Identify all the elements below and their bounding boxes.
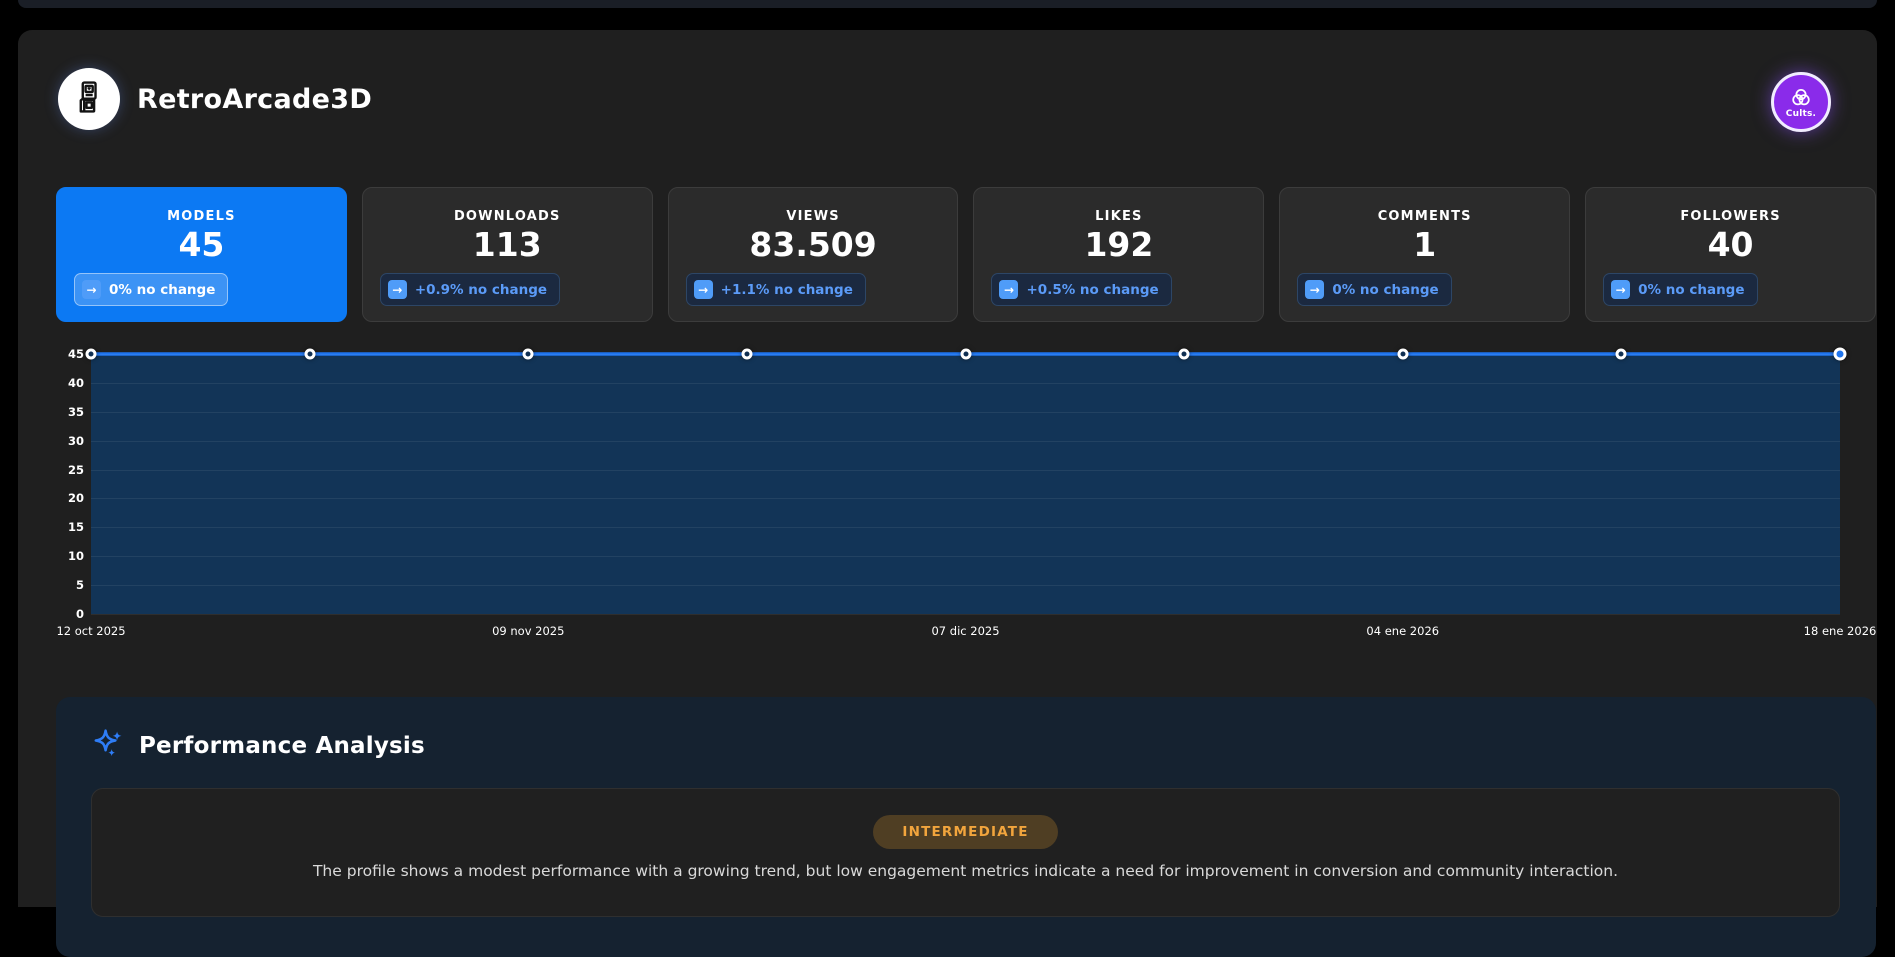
chart-data-point[interactable] <box>1834 348 1847 361</box>
stat-change-text-likes: +0.5% no change <box>1026 282 1158 298</box>
arrow-right-icon: → <box>1305 280 1324 299</box>
chart-x-axis: 12 oct 202509 nov 202507 dic 202504 ene … <box>91 624 1840 640</box>
stat-card-likes[interactable]: LIKES 192 → +0.5% no change <box>973 187 1264 322</box>
chart-data-point[interactable] <box>304 349 315 360</box>
gridline <box>91 498 1840 499</box>
models-history-chart: 051015202530354045 12 oct 202509 nov 202… <box>56 354 1841 614</box>
chart-data-point[interactable] <box>86 349 97 360</box>
stat-card-views[interactable]: VIEWS 83.509 → +1.1% no change <box>668 187 959 322</box>
stat-value-likes: 192 <box>974 227 1263 263</box>
stat-change-text-views: +1.1% no change <box>721 282 853 298</box>
analysis-description: The profile shows a modest performance w… <box>92 862 1839 880</box>
x-tick-label: 09 nov 2025 <box>492 624 564 638</box>
chart-data-point[interactable] <box>523 349 534 360</box>
arrow-right-icon: → <box>388 280 407 299</box>
stat-label-views: VIEWS <box>669 209 958 224</box>
x-tick-label: 07 dic 2025 <box>931 624 999 638</box>
y-tick-label: 20 <box>68 491 84 505</box>
gridline <box>91 441 1840 442</box>
arrow-right-icon: → <box>694 280 713 299</box>
chart-data-point[interactable] <box>1179 349 1190 360</box>
sparkles-icon <box>91 727 125 765</box>
gridline <box>91 614 1840 615</box>
stat-value-models: 45 <box>57 227 346 263</box>
arcade-cabinet-icon <box>72 80 106 118</box>
x-tick-label: 12 oct 2025 <box>56 624 125 638</box>
y-tick-label: 40 <box>68 376 84 390</box>
performance-analysis-header: Performance Analysis <box>56 697 1876 765</box>
profile-name: RetroArcade3D <box>137 84 372 115</box>
x-tick-label: 18 ene 2026 <box>1804 624 1877 638</box>
stat-change-text-comments: 0% no change <box>1332 282 1438 298</box>
stat-change-text-models: 0% no change <box>109 282 215 298</box>
performance-analysis-section: Performance Analysis INTERMEDIATE The pr… <box>56 697 1876 957</box>
stat-card-downloads[interactable]: DOWNLOADS 113 → +0.9% no change <box>362 187 653 322</box>
avatar <box>58 68 120 130</box>
arrow-right-icon: → <box>1611 280 1630 299</box>
stat-value-views: 83.509 <box>669 227 958 263</box>
y-tick-label: 10 <box>68 549 84 563</box>
stats-row: MODELS 45 → 0% no change DOWNLOADS 113 → +0.9% … <box>56 187 1876 322</box>
cults-badge-label: Cults. <box>1786 109 1816 119</box>
stat-change-text-downloads: +0.9% no change <box>415 282 547 298</box>
y-tick-label: 25 <box>68 463 84 477</box>
stat-card-comments[interactable]: COMMENTS 1 → 0% no change <box>1279 187 1570 322</box>
y-tick-label: 30 <box>68 434 84 448</box>
chart-y-axis: 051015202530354045 <box>56 354 84 614</box>
chart-data-point[interactable] <box>960 349 971 360</box>
chart-data-point[interactable] <box>741 349 752 360</box>
stat-card-models[interactable]: MODELS 45 → 0% no change <box>56 187 347 322</box>
stat-change-badge-models: → 0% no change <box>74 273 228 306</box>
chart-data-point[interactable] <box>1616 349 1627 360</box>
stat-change-badge-downloads: → +0.9% no change <box>380 273 560 306</box>
stat-card-followers[interactable]: FOLLOWERS 40 → 0% no change <box>1585 187 1876 322</box>
stat-change-text-followers: 0% no change <box>1638 282 1744 298</box>
gridline <box>91 412 1840 413</box>
stat-value-comments: 1 <box>1280 227 1569 263</box>
stat-change-badge-likes: → +0.5% no change <box>991 273 1171 306</box>
gridline <box>91 470 1840 471</box>
dashboard-card: RetroArcade3D Cults. MODELS 45 → 0% no chan… <box>18 30 1877 907</box>
analysis-summary-card: INTERMEDIATE The profile shows a modest … <box>91 788 1840 917</box>
y-tick-label: 35 <box>68 405 84 419</box>
stat-change-badge-views: → +1.1% no change <box>686 273 866 306</box>
gridline <box>91 556 1840 557</box>
stat-change-badge-followers: → 0% no change <box>1603 273 1757 306</box>
chart-plot-area[interactable] <box>91 354 1840 614</box>
stat-value-followers: 40 <box>1586 227 1875 263</box>
cults-platform-badge[interactable]: Cults. <box>1771 72 1831 132</box>
chart-area-fill <box>91 354 1840 614</box>
y-tick-label: 5 <box>76 578 84 592</box>
y-tick-label: 45 <box>68 347 84 361</box>
arrow-right-icon: → <box>82 280 101 299</box>
profile-header: RetroArcade3D <box>58 68 372 130</box>
performance-level-badge: INTERMEDIATE <box>873 815 1057 849</box>
stat-label-models: MODELS <box>57 209 346 224</box>
y-tick-label: 15 <box>68 520 84 534</box>
performance-analysis-title: Performance Analysis <box>139 733 425 759</box>
x-tick-label: 04 ene 2026 <box>1366 624 1439 638</box>
previous-section-edge <box>18 0 1877 8</box>
gridline <box>91 383 1840 384</box>
arrow-right-icon: → <box>999 280 1018 299</box>
stat-change-badge-comments: → 0% no change <box>1297 273 1451 306</box>
gridline <box>91 585 1840 586</box>
stat-label-downloads: DOWNLOADS <box>363 209 652 224</box>
y-tick-label: 0 <box>76 607 84 621</box>
stat-label-followers: FOLLOWERS <box>1586 209 1875 224</box>
stat-label-likes: LIKES <box>974 209 1263 224</box>
gridline <box>91 527 1840 528</box>
stat-value-downloads: 113 <box>363 227 652 263</box>
chart-data-point[interactable] <box>1397 349 1408 360</box>
stat-label-comments: COMMENTS <box>1280 209 1569 224</box>
